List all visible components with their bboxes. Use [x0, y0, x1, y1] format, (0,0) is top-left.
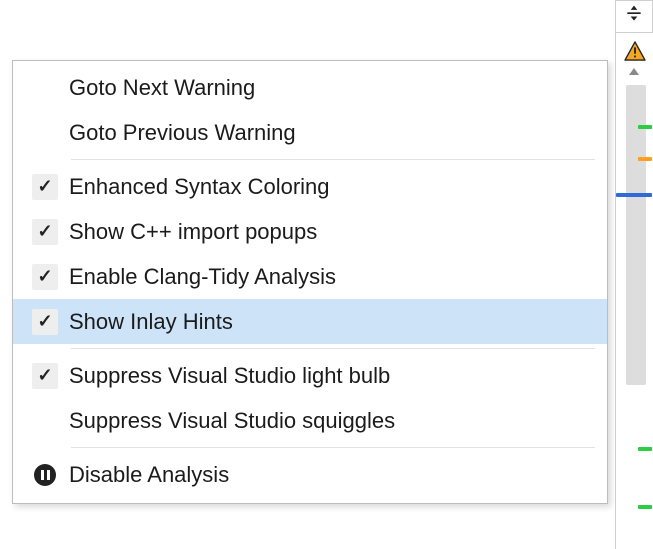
- check-icon: [32, 264, 58, 290]
- checkbox-slot: [21, 363, 69, 389]
- menu-item-goto-previous-warning[interactable]: Goto Previous Warning: [13, 110, 607, 155]
- gutter-mark[interactable]: [638, 505, 652, 509]
- gutter-mark[interactable]: [638, 157, 652, 161]
- split-icon: [624, 4, 644, 29]
- menu-item-label: Goto Next Warning: [69, 75, 597, 101]
- split-view-button[interactable]: [615, 0, 653, 33]
- menu-item-show-cpp-import-popups[interactable]: Show C++ import popups: [13, 209, 607, 254]
- warning-icon[interactable]: [624, 41, 646, 66]
- check-icon: [32, 309, 58, 335]
- menu-item-enable-clang-tidy-analysis[interactable]: Enable Clang-Tidy Analysis: [13, 254, 607, 299]
- pause-icon-slot: [21, 464, 69, 486]
- scrollbar-track[interactable]: [626, 85, 646, 385]
- checkbox-slot: [21, 219, 69, 245]
- menu-item-suppress-vs-squiggles[interactable]: Suppress Visual Studio squiggles: [13, 398, 607, 443]
- menu-item-show-inlay-hints[interactable]: Show Inlay Hints: [13, 299, 607, 344]
- check-icon: [32, 219, 58, 245]
- menu-item-label: Enable Clang-Tidy Analysis: [69, 264, 597, 290]
- pause-icon: [34, 464, 56, 486]
- menu-item-label: Suppress Visual Studio light bulb: [69, 363, 597, 389]
- menu-item-label: Enhanced Syntax Coloring: [69, 174, 597, 200]
- gutter-mark[interactable]: [638, 447, 652, 451]
- menu-separator: [71, 159, 595, 160]
- checkbox-slot: [21, 264, 69, 290]
- menu-item-label: Goto Previous Warning: [69, 120, 597, 146]
- menu-item-goto-next-warning[interactable]: Goto Next Warning: [13, 65, 607, 110]
- menu-item-label: Suppress Visual Studio squiggles: [69, 408, 597, 434]
- scrollbar-gutter[interactable]: [616, 65, 652, 549]
- check-icon: [32, 363, 58, 389]
- checkbox-slot: [21, 174, 69, 200]
- context-menu: Goto Next Warning Goto Previous Warning …: [12, 60, 608, 504]
- menu-item-suppress-vs-light-bulb[interactable]: Suppress Visual Studio light bulb: [13, 353, 607, 398]
- menu-item-label: Show C++ import popups: [69, 219, 597, 245]
- menu-item-label: Disable Analysis: [69, 462, 597, 488]
- gutter-mark[interactable]: [616, 193, 652, 197]
- menu-item-label: Show Inlay Hints: [69, 309, 597, 335]
- check-icon: [32, 174, 58, 200]
- menu-item-disable-analysis[interactable]: Disable Analysis: [13, 452, 607, 497]
- menu-item-enhanced-syntax-coloring[interactable]: Enhanced Syntax Coloring: [13, 164, 607, 209]
- scroll-up-icon[interactable]: [627, 65, 641, 84]
- menu-separator: [71, 447, 595, 448]
- checkbox-slot: [21, 309, 69, 335]
- gutter-mark[interactable]: [638, 125, 652, 129]
- menu-separator: [71, 348, 595, 349]
